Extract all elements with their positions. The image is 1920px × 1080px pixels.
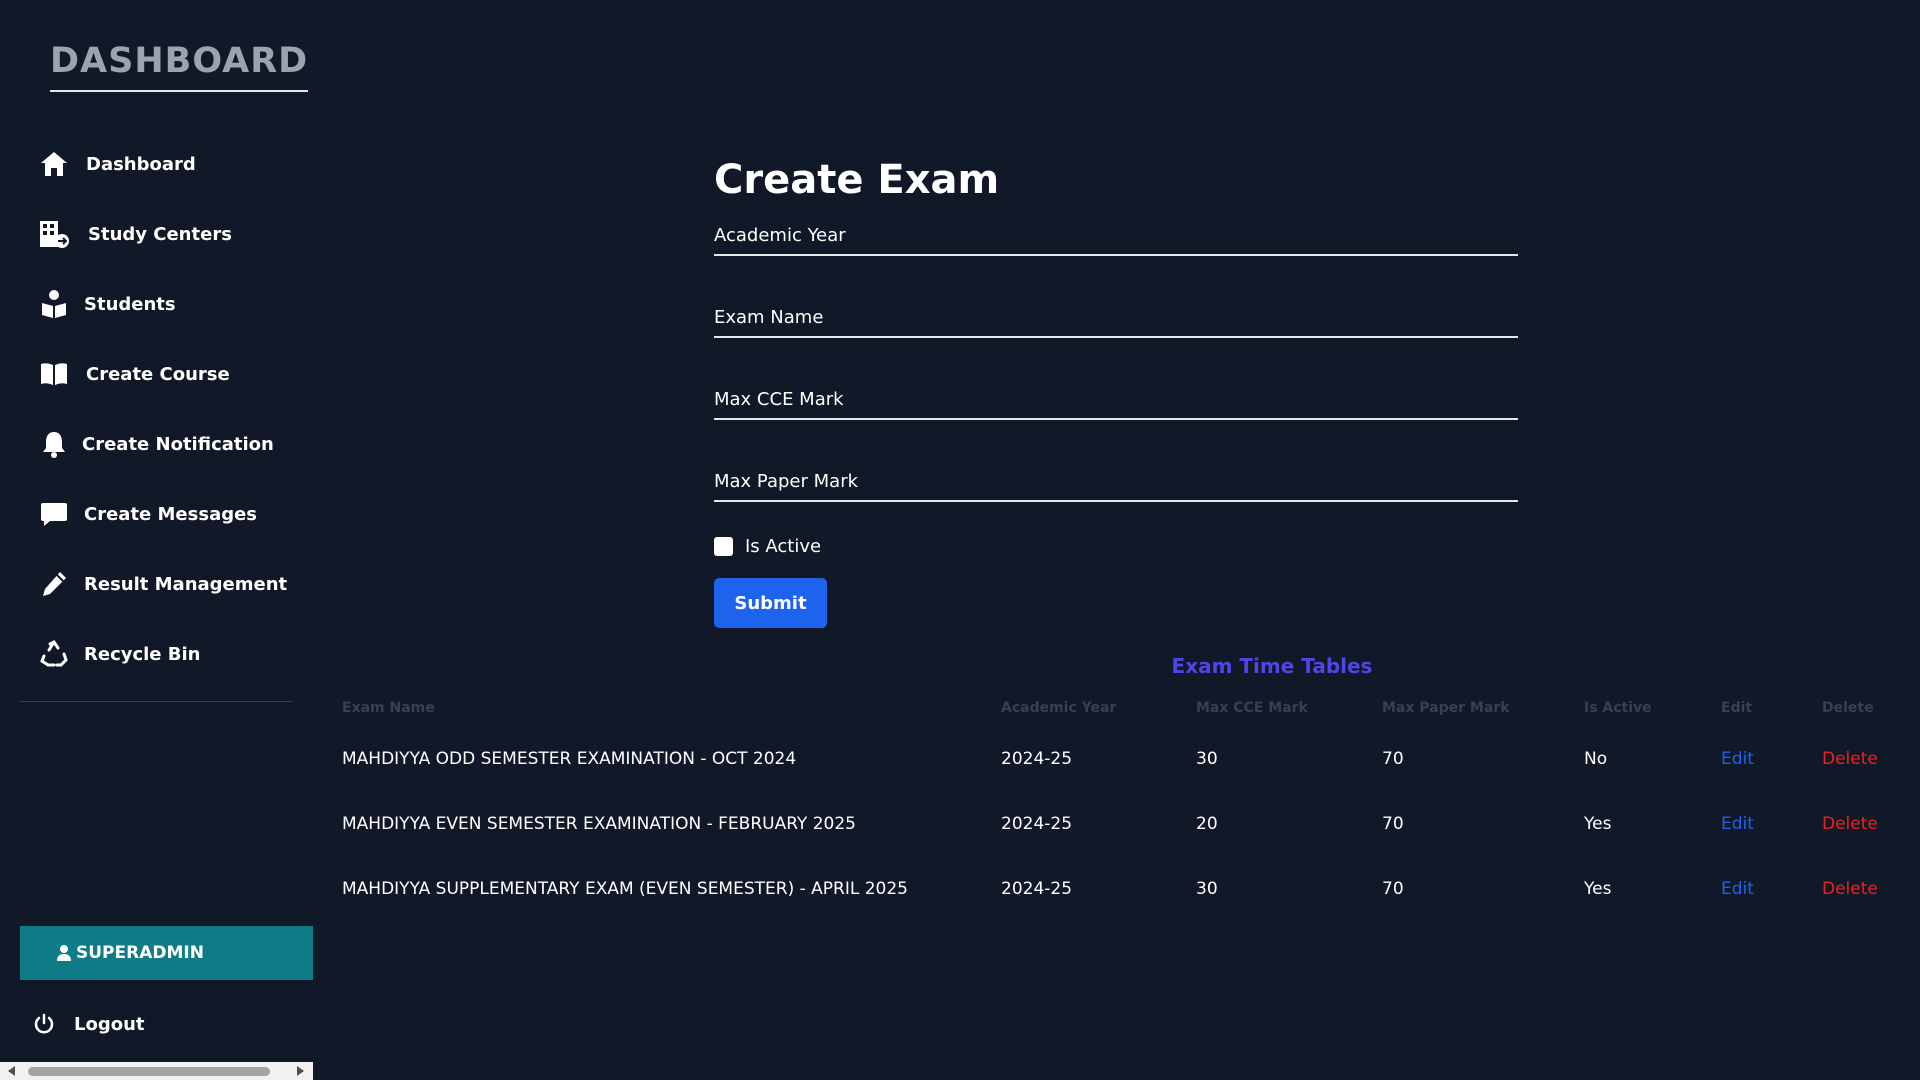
student-icon bbox=[38, 288, 70, 320]
cell-exam-name: MAHDIYYA EVEN SEMESTER EXAMINATION - FEB… bbox=[342, 813, 856, 834]
cell-is-active: Yes bbox=[1584, 878, 1612, 899]
delete-button[interactable]: Delete bbox=[1822, 749, 1878, 769]
table-header-row: Exam Name Academic Year Max CCE Mark Max… bbox=[330, 690, 1910, 726]
sidebar-item-label: Create Messages bbox=[84, 503, 258, 525]
header-exam-name: Exam Name bbox=[342, 700, 435, 716]
scrollbar-thumb[interactable] bbox=[28, 1067, 270, 1076]
sidebar-item-label: Study Centers bbox=[88, 223, 232, 245]
sidebar-item-label: Result Management bbox=[84, 573, 288, 595]
submit-button[interactable]: Submit bbox=[714, 578, 827, 628]
cell-academic-year: 2024-25 bbox=[1001, 813, 1073, 834]
header-max-paper: Max Paper Mark bbox=[1382, 700, 1510, 716]
table-row: MAHDIYYA EVEN SEMESTER EXAMINATION - FEB… bbox=[330, 791, 1910, 856]
user-icon bbox=[56, 944, 72, 962]
cell-max-paper: 70 bbox=[1382, 878, 1404, 899]
scroll-left-icon[interactable] bbox=[8, 1066, 15, 1076]
header-academic-year: Academic Year bbox=[1001, 700, 1117, 716]
sidebar-item-create-notification[interactable]: Create Notification bbox=[38, 424, 274, 464]
sidebar-item-create-course[interactable]: Create Course bbox=[38, 354, 230, 394]
sidebar-item-create-messages[interactable]: Create Messages bbox=[38, 494, 257, 534]
is-active-label: Is Active bbox=[745, 535, 822, 557]
create-exam-form: Create Exam Is Active Submit bbox=[714, 150, 1518, 628]
sidebar-item-study-centers[interactable]: Study Centers bbox=[38, 214, 232, 254]
max-cce-field bbox=[714, 380, 1518, 420]
message-icon bbox=[38, 498, 70, 530]
header-is-active: Is Active bbox=[1584, 700, 1652, 716]
sidebar-item-label: Create Course bbox=[86, 363, 230, 385]
page-title: Create Exam bbox=[714, 157, 1000, 203]
exam-table: Exam Name Academic Year Max CCE Mark Max… bbox=[330, 690, 1910, 921]
exam-name-input[interactable] bbox=[714, 298, 1518, 336]
horizontal-scrollbar[interactable] bbox=[0, 1062, 313, 1080]
max-paper-input[interactable] bbox=[714, 462, 1518, 500]
table-title: Exam Time Tables bbox=[1171, 654, 1373, 678]
sidebar-item-label: Students bbox=[84, 293, 176, 315]
cell-max-cce: 30 bbox=[1196, 748, 1218, 769]
max-cce-input[interactable] bbox=[714, 380, 1518, 418]
max-paper-field bbox=[714, 462, 1518, 502]
sidebar-item-students[interactable]: Students bbox=[38, 284, 176, 324]
power-icon bbox=[32, 1012, 56, 1036]
is-active-checkbox[interactable] bbox=[714, 536, 733, 556]
table-title-wrap: Exam Time Tables bbox=[0, 654, 1920, 678]
cell-academic-year: 2024-25 bbox=[1001, 878, 1073, 899]
cell-is-active: Yes bbox=[1584, 813, 1612, 834]
sidebar-divider bbox=[20, 701, 292, 702]
bell-icon bbox=[38, 428, 70, 460]
edit-button[interactable]: Edit bbox=[1721, 814, 1754, 834]
academic-year-input[interactable] bbox=[714, 216, 1518, 254]
sidebar-item-dashboard[interactable]: Dashboard bbox=[38, 144, 196, 184]
exam-name-field bbox=[714, 298, 1518, 338]
cell-max-paper: 70 bbox=[1382, 813, 1404, 834]
logout-button[interactable]: Logout bbox=[32, 1006, 145, 1042]
brand-title: DASHBOARD bbox=[50, 38, 309, 92]
book-icon bbox=[38, 358, 70, 390]
cell-exam-name: MAHDIYYA ODD SEMESTER EXAMINATION - OCT … bbox=[342, 748, 797, 769]
cell-max-cce: 20 bbox=[1196, 813, 1218, 834]
sidebar-item-label: Create Notification bbox=[82, 433, 274, 455]
header-max-cce: Max CCE Mark bbox=[1196, 700, 1308, 716]
user-name: SUPERADMIN bbox=[76, 943, 204, 963]
header-edit: Edit bbox=[1721, 700, 1753, 716]
academic-year-field bbox=[714, 216, 1518, 256]
header-delete: Delete bbox=[1822, 700, 1874, 716]
edit-button[interactable]: Edit bbox=[1721, 749, 1754, 769]
user-badge[interactable]: SUPERADMIN bbox=[20, 926, 313, 980]
scroll-right-icon[interactable] bbox=[297, 1066, 304, 1076]
table-row: MAHDIYYA SUPPLEMENTARY EXAM (EVEN SEMEST… bbox=[330, 856, 1910, 921]
cell-academic-year: 2024-25 bbox=[1001, 748, 1073, 769]
home-icon bbox=[38, 148, 70, 180]
cell-max-cce: 30 bbox=[1196, 878, 1218, 899]
pen-icon bbox=[38, 568, 70, 600]
cell-is-active: No bbox=[1584, 748, 1608, 769]
logout-label: Logout bbox=[74, 1013, 145, 1035]
sidebar: DASHBOARD Dashboard Study Centers Studen… bbox=[0, 0, 313, 1080]
table-row: MAHDIYYA ODD SEMESTER EXAMINATION - OCT … bbox=[330, 726, 1910, 791]
cell-max-paper: 70 bbox=[1382, 748, 1404, 769]
building-icon bbox=[38, 218, 70, 250]
delete-button[interactable]: Delete bbox=[1822, 814, 1878, 834]
is-active-row: Is Active bbox=[714, 532, 821, 560]
edit-button[interactable]: Edit bbox=[1721, 879, 1754, 899]
sidebar-item-label: Dashboard bbox=[86, 153, 196, 175]
sidebar-item-result-management[interactable]: Result Management bbox=[38, 564, 287, 604]
cell-exam-name: MAHDIYYA SUPPLEMENTARY EXAM (EVEN SEMEST… bbox=[342, 878, 908, 899]
delete-button[interactable]: Delete bbox=[1822, 879, 1878, 899]
